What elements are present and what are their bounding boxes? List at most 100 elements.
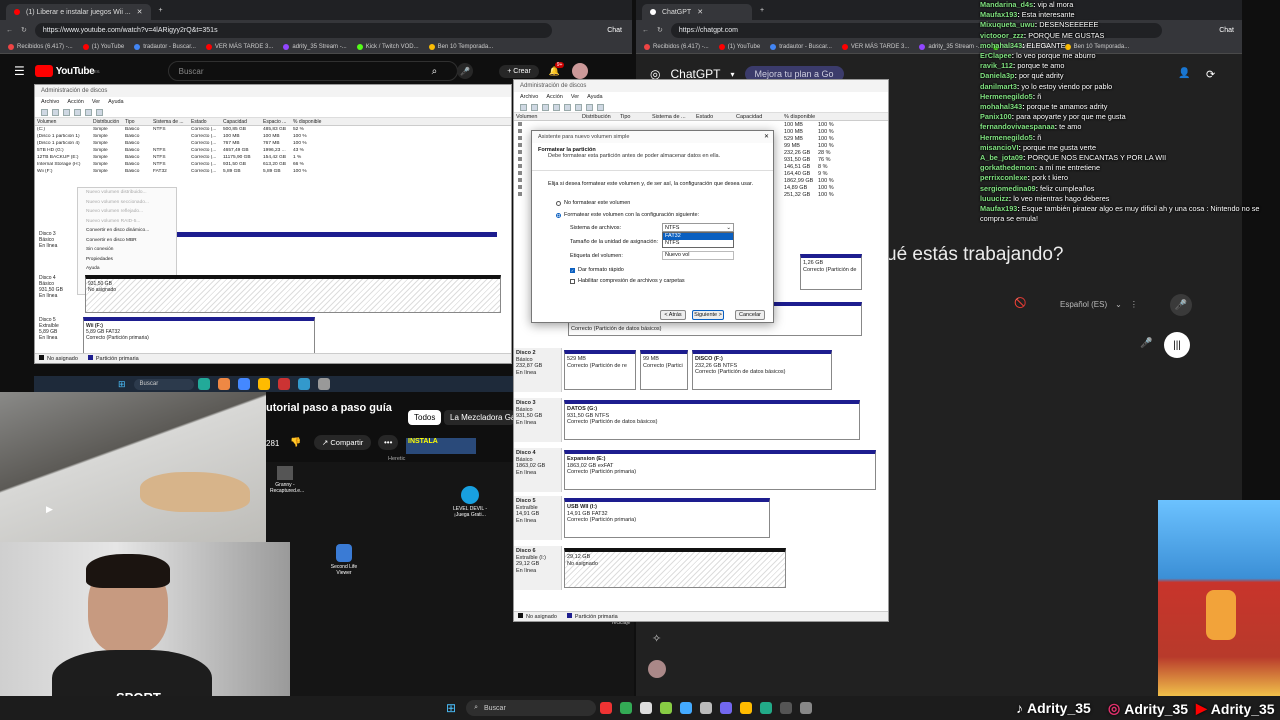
- search-icon[interactable]: ⌕: [432, 66, 438, 77]
- table-row[interactable]: 5TB HD (G:) Simple Básico NTFS Correcto (...…: [35, 147, 511, 154]
- chat-username[interactable]: mohahal343: [980, 41, 1022, 50]
- video-disk4-partition[interactable]: 931,50 GB No asignado: [85, 275, 501, 313]
- bookmark-item[interactable]: tradautor - Buscar...: [134, 43, 196, 50]
- microphone-icon[interactable]: 🎤: [457, 63, 474, 79]
- chat-username[interactable]: A_be_jota09: [980, 153, 1023, 162]
- chat-username[interactable]: sergiomedina09: [980, 184, 1036, 193]
- bookmark-item[interactable]: tradautor - Buscar...: [770, 43, 832, 50]
- app-icon[interactable]: [317, 378, 330, 390]
- chat-username[interactable]: fernandovivaespanaa: [980, 122, 1055, 131]
- menu-item[interactable]: Archivo: [520, 94, 538, 100]
- menu-item[interactable]: Ayuda: [86, 264, 176, 274]
- voice-mode-button[interactable]: |||: [1164, 332, 1190, 358]
- disk-label[interactable]: Disco 4 Básico 1863,02 GB En línea: [514, 448, 562, 492]
- bookmark-item[interactable]: adrity_35 Stream -...: [919, 43, 983, 50]
- table-row[interactable]: (C:) Simple Básico NTFS Correcto (... 500,85 …: [35, 126, 511, 133]
- play-icon[interactable]: ▶: [46, 504, 53, 515]
- bookmark-item[interactable]: (1) YouTube: [718, 43, 760, 50]
- chat-username[interactable]: perrixconlexe: [980, 173, 1027, 182]
- app-icon[interactable]: [217, 378, 230, 390]
- bookmark-item[interactable]: adrity_35 Stream -...: [283, 43, 347, 50]
- desktop-icon-level-devil[interactable]: LEVEL DEVIL - ¡Juega Grati...: [450, 486, 490, 518]
- desktop-icon-second-life[interactable]: Second Life Viewer: [326, 544, 362, 576]
- disk1-partition-small[interactable]: 1,26 GB Correcto (Partición de: [800, 254, 862, 290]
- disk-label[interactable]: Disco 2 Básico 232,87 GB En línea: [514, 348, 562, 392]
- partition[interactable]: DATOS (G:) 931,50 GB NTFS Correcto (Partic…: [564, 400, 860, 440]
- reload-icon[interactable]: ↻: [657, 26, 663, 34]
- app-icon[interactable]: [297, 378, 310, 390]
- menu-item[interactable]: Archivo: [41, 99, 59, 105]
- video-disk5-partition[interactable]: Wii (F:) 5,89 GB FAT32 Correcto (Partición…: [83, 317, 315, 355]
- app-icon[interactable]: [640, 702, 653, 714]
- chevron-down-icon[interactable]: ▾: [731, 70, 735, 79]
- menu-item[interactable]: Ver: [571, 94, 579, 100]
- chat-username[interactable]: Maufax193: [980, 204, 1017, 213]
- new-tab-icon[interactable]: +: [159, 7, 163, 14]
- quick-format-checkbox[interactable]: ✓ Dar formato rápido: [570, 267, 624, 273]
- create-button[interactable]: + Crear: [499, 64, 539, 78]
- app-icon[interactable]: [780, 702, 793, 714]
- table-row[interactable]: 12TB BACKUP (E:) Simple Básico NTFS Correcto…: [35, 154, 511, 161]
- chat-username[interactable]: ravik_112: [980, 61, 1013, 70]
- microphone-button[interactable]: 🎤: [1170, 294, 1192, 316]
- chat-username[interactable]: Daniela3p: [980, 71, 1014, 80]
- discord-icon[interactable]: [720, 702, 733, 714]
- bookmark-item[interactable]: VER MÁS TARDE 3...: [205, 43, 273, 50]
- menu-item[interactable]: Sin conexión: [86, 245, 176, 255]
- volume-label-field[interactable]: Nuevo vol: [662, 251, 734, 260]
- chat-username[interactable]: mohahal343: [980, 102, 1022, 111]
- bookmark-item[interactable]: Recibidos (6.417) -...: [644, 43, 709, 50]
- radio-format[interactable]: Formatear este volumen con la configurac…: [556, 212, 699, 218]
- menu-icon[interactable]: ☰: [14, 64, 25, 78]
- app-icon[interactable]: [197, 378, 210, 390]
- menu-item[interactable]: Convertir en disco dinámico...: [86, 226, 176, 236]
- new-tab-icon[interactable]: +: [760, 7, 764, 14]
- video-taskbar-search[interactable]: Buscar: [133, 378, 194, 390]
- app-icon[interactable]: [257, 378, 270, 390]
- fs-option-ntfs[interactable]: NTFS: [663, 240, 733, 247]
- menu-item[interactable]: Ayuda: [108, 99, 124, 105]
- thumbnail[interactable]: INSTALA: [406, 438, 476, 454]
- user-avatar[interactable]: [648, 660, 666, 678]
- table-row[interactable]: Internal Storage (H:) Simple Básico NTFS Cor…: [35, 161, 511, 168]
- app-icon[interactable]: [760, 702, 773, 714]
- left-url-field[interactable]: https://www.youtube.com/watch?v=4lARigyy…: [34, 22, 552, 38]
- partition[interactable]: Expansion (E:) 1863,02 GB exFAT Correcto (…: [564, 450, 876, 490]
- add-icon[interactable]: ✧: [652, 632, 661, 645]
- left-chat-button[interactable]: Chat: [607, 27, 622, 34]
- partition[interactable]: DISCO (F:) 232,26 GB NTFS Correcto (Partic…: [692, 350, 832, 390]
- app-icon[interactable]: [600, 702, 613, 714]
- chat-username[interactable]: victooor_zzz: [980, 31, 1024, 40]
- partition[interactable]: 29,12 GB No asignado: [564, 548, 786, 588]
- menu-item[interactable]: Ayuda: [587, 94, 603, 100]
- reload-icon[interactable]: ↻: [21, 26, 27, 34]
- fs-select[interactable]: NTFS ⌄: [662, 223, 734, 232]
- windows-start-icon[interactable]: ⊞: [118, 379, 126, 390]
- menu-item[interactable]: Convertir en disco MBR: [86, 236, 176, 246]
- partition[interactable]: 99 MB Correcto (Partici: [640, 350, 688, 390]
- youtube-search-input[interactable]: Buscar: [167, 61, 458, 81]
- share-button[interactable]: ↗ Compartir: [314, 435, 372, 450]
- back-button[interactable]: < Atrás: [660, 310, 686, 320]
- bookmark-item[interactable]: Kick / Twitch VOD...: [356, 43, 419, 50]
- disk-label[interactable]: Disco 5 Extraíble 14,91 GB En línea: [514, 496, 562, 540]
- app-icon[interactable]: [740, 702, 753, 714]
- chat-username[interactable]: luuucizz: [980, 194, 1009, 203]
- chrome-icon[interactable]: [620, 702, 633, 714]
- partition[interactable]: 529 MB Correcto (Partición de re: [564, 350, 636, 390]
- dislike-icon[interactable]: 👎: [290, 437, 301, 448]
- chat-username[interactable]: Hermenegildo5: [980, 92, 1033, 101]
- app-icon[interactable]: [277, 378, 290, 390]
- desktop-icon-granny[interactable]: Granny - Recaptured.e...: [270, 466, 304, 494]
- app-icon[interactable]: [700, 702, 713, 714]
- more-icon[interactable]: •••: [378, 435, 399, 450]
- chat-username[interactable]: ErClapee: [980, 51, 1012, 60]
- menu-item[interactable]: Acción: [546, 94, 563, 100]
- fs-option-fat32[interactable]: FAT32: [663, 233, 733, 240]
- close-icon[interactable]: ✕: [764, 133, 769, 140]
- avatar[interactable]: [572, 63, 588, 79]
- notifications-icon[interactable]: 🔔 9+: [549, 61, 565, 77]
- app-icon[interactable]: [800, 702, 813, 714]
- windows-start-icon[interactable]: ⊞: [446, 701, 456, 715]
- chip-channel[interactable]: La Mezcladora Gam: [444, 410, 514, 425]
